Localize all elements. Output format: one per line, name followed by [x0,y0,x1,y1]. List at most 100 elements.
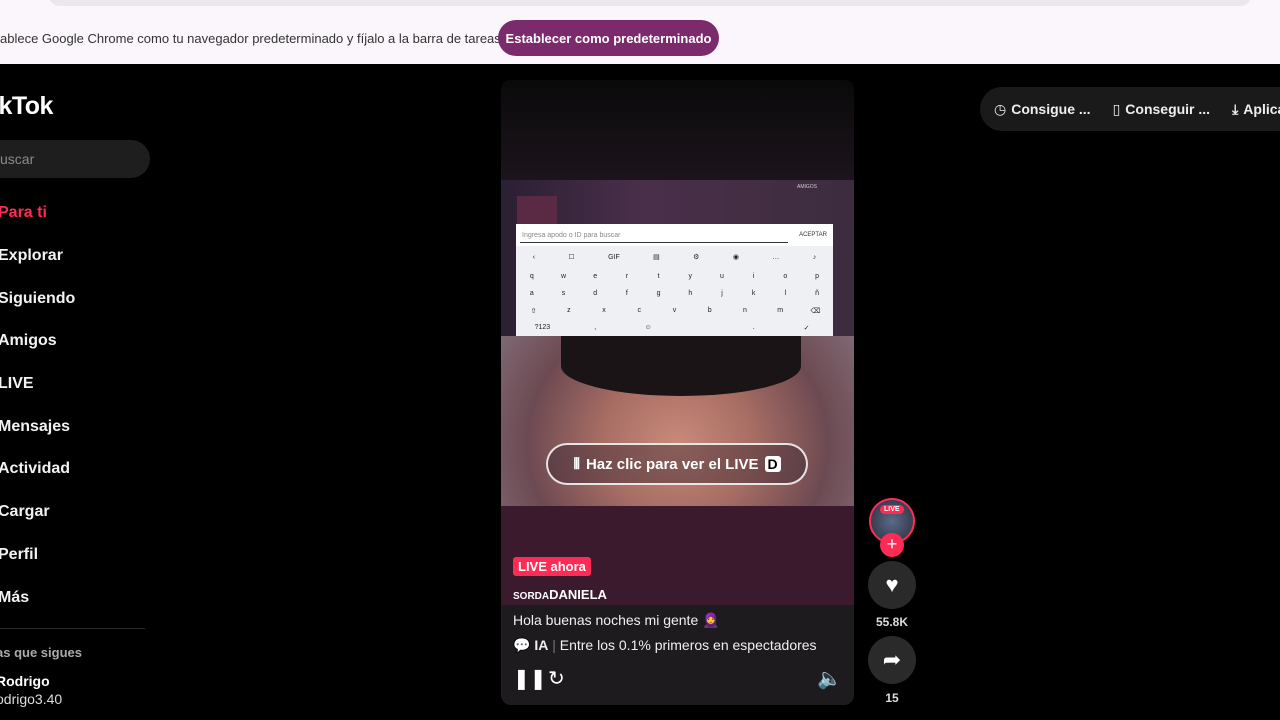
more-icon: … [772,253,780,261]
live-bars-icon: ⦀ [573,455,580,473]
watch-live-label: Haz clic para ver el LIVE [585,455,759,473]
download-icon: ⤓ [1232,100,1239,117]
get-app-label: Conseguir ... [1125,101,1211,117]
streamer-name-prefix: SORDA [513,591,550,602]
palette-icon: ◉ [732,254,739,261]
game-search-placeholder: Ingresa apodo o ID para buscar [522,232,621,239]
set-default-button[interactable]: Establecer como predeterminado [498,20,719,56]
keyboard-toolbar: ‹ ☐ GIF ▤ ⚙ ◉ … ♪ [516,246,833,268]
keyboard-key: e [593,273,598,280]
download-app-label: Aplica [1243,101,1280,117]
sidebar-nav: Para ti Explorar Siguiendo Amigos LIVE M… [0,192,148,619]
search-input[interactable] [0,140,150,178]
keyboard-key: ?123 [534,324,551,331]
ai-bubble-icon: 💬 [513,637,531,653]
keyboard-key: l [784,290,787,297]
ai-summary: 💬 IA | Entre los 0.1% primeros en espect… [513,637,817,653]
keyboard-key: z [567,307,571,314]
sidebar-item-amigos[interactable]: Amigos [0,320,148,363]
sticker-icon: ☐ [568,254,575,261]
default-browser-banner: ablece Google Chrome como tu navegador p… [0,0,1280,64]
keyboard-key: c [637,307,642,314]
followed-account-handle[interactable]: odrigo3.40 [0,691,62,707]
keyboard-key: g [656,290,661,297]
keyboard-key: d [593,290,598,297]
get-coins-label: Consigue ... [1011,101,1091,117]
keyboard-key: m [777,307,784,314]
game-search-bar: Ingresa apodo o ID para buscar ACEPTAR [516,224,833,246]
sidebar-item-perfil[interactable]: Perfil [0,534,148,577]
keyboard-key: ✓ [803,324,810,332]
settings-icon: ⚙ [693,254,700,261]
keyboard-key: q [529,273,534,280]
heart-icon: ♥ [885,572,899,597]
keyboard-key: u [720,273,724,280]
sidebar-item-explorar[interactable]: Explorar [0,235,148,278]
sidebar-item-siguiendo[interactable]: Siguiendo [0,277,148,320]
get-coins-button[interactable]: ◷ Consigue ... [994,101,1091,118]
onscreen-keyboard: ‹ ☐ GIF ▤ ⚙ ◉ … ♪ qwertyuiop asdfghjklñ … [516,246,833,336]
keyboard-key: ñ [815,290,819,297]
top-actions-bar: ◷ Consigue ... ▯ Conseguir ... ⤓ Aplica [980,87,1280,131]
tiktok-logo[interactable]: ikTok [0,92,53,121]
game-screen-overlay: AMIGOS Ingresa apodo o ID para buscar AC… [501,180,854,336]
live-video-player[interactable]: AMIGOS Ingresa apodo o ID para buscar AC… [501,80,854,705]
avatar-live-badge: LIVE [880,505,904,514]
download-app-button[interactable]: ⤓ Aplica [1232,101,1280,118]
ai-label: IA [534,637,549,653]
game-side-panel [517,196,557,224]
refresh-icon[interactable]: ↻ [548,666,565,691]
sidebar-item-actividad[interactable]: Actividad [0,448,148,491]
watch-live-button[interactable]: ⦀ Haz clic para ver el LIVE D [546,443,808,485]
game-friends-label: AMIGOS [796,184,817,190]
keyboard-key: y [688,273,693,280]
keyboard-row-2: asdfghjklñ [516,285,833,302]
video-top-area [501,80,854,180]
keyboard-key: , [594,324,597,331]
follow-plus-button[interactable]: + [880,533,904,557]
shortcut-badge: D [764,456,781,472]
sidebar-item-mas[interactable]: Más [0,576,148,619]
mic-icon: ♪ [812,253,817,261]
sidebar-item-live[interactable]: LIVE [0,363,148,406]
keyboard-key: j [721,290,723,297]
video-caption: Hola buenas noches mi gente 🧕 [513,612,720,628]
keyboard-key: p [815,273,819,280]
sidebar-item-para-ti[interactable]: Para ti [0,192,148,235]
keyboard-key: x [602,307,606,314]
keyboard-row-1: qwertyuiop [516,268,833,285]
keyboard-key: o [783,273,788,280]
like-button[interactable]: ♥ [868,561,916,609]
share-count: 15 [885,691,899,705]
share-arrow-icon: ➦ [882,647,902,672]
keyboard-key: n [742,307,747,314]
live-now-badge: LIVE ahora [513,557,591,576]
keyboard-row-4: ?123, ☺ . ✓ [516,319,833,336]
keyboard-key: h [688,290,693,297]
keyboard-key: f [625,290,628,297]
pause-icon[interactable]: ❚❚ [513,666,547,691]
keyboard-key: v [672,307,677,314]
sidebar-item-mensajes[interactable]: Mensajes [0,405,148,448]
get-app-button[interactable]: ▯ Conseguir ... [1113,101,1211,118]
ai-summary-text: Entre los 0.1% primeros en espectadores [559,637,817,653]
streamer-name-main: DANIELA [549,587,607,602]
streamer-name[interactable]: SORDADANIELA [513,587,607,602]
keyboard-key: a [529,290,534,297]
game-accept-label: ACEPTAR [799,232,827,238]
keyboard-key: t [657,273,660,280]
like-count: 55.8K [875,615,909,629]
volume-icon[interactable]: 🔈 [817,666,842,691]
game-hud: AMIGOS [515,182,835,196]
following-accounts-title: as que sigues [0,645,82,660]
followed-account-name[interactable]: Rodrigo [0,673,50,689]
keyboard-key: ⇧ [530,307,537,315]
clipboard-icon: ▤ [653,254,660,261]
share-button[interactable]: ➦ [868,636,916,684]
address-bar[interactable] [48,0,1252,6]
keyboard-row-3: ⇧ z x c v b n m ⌫ [516,302,833,319]
keyboard-key: ⌫ [810,307,821,315]
sidebar-item-cargar[interactable]: Cargar [0,491,148,534]
keyboard-key: i [752,273,755,280]
gif-icon: GIF [608,253,620,261]
